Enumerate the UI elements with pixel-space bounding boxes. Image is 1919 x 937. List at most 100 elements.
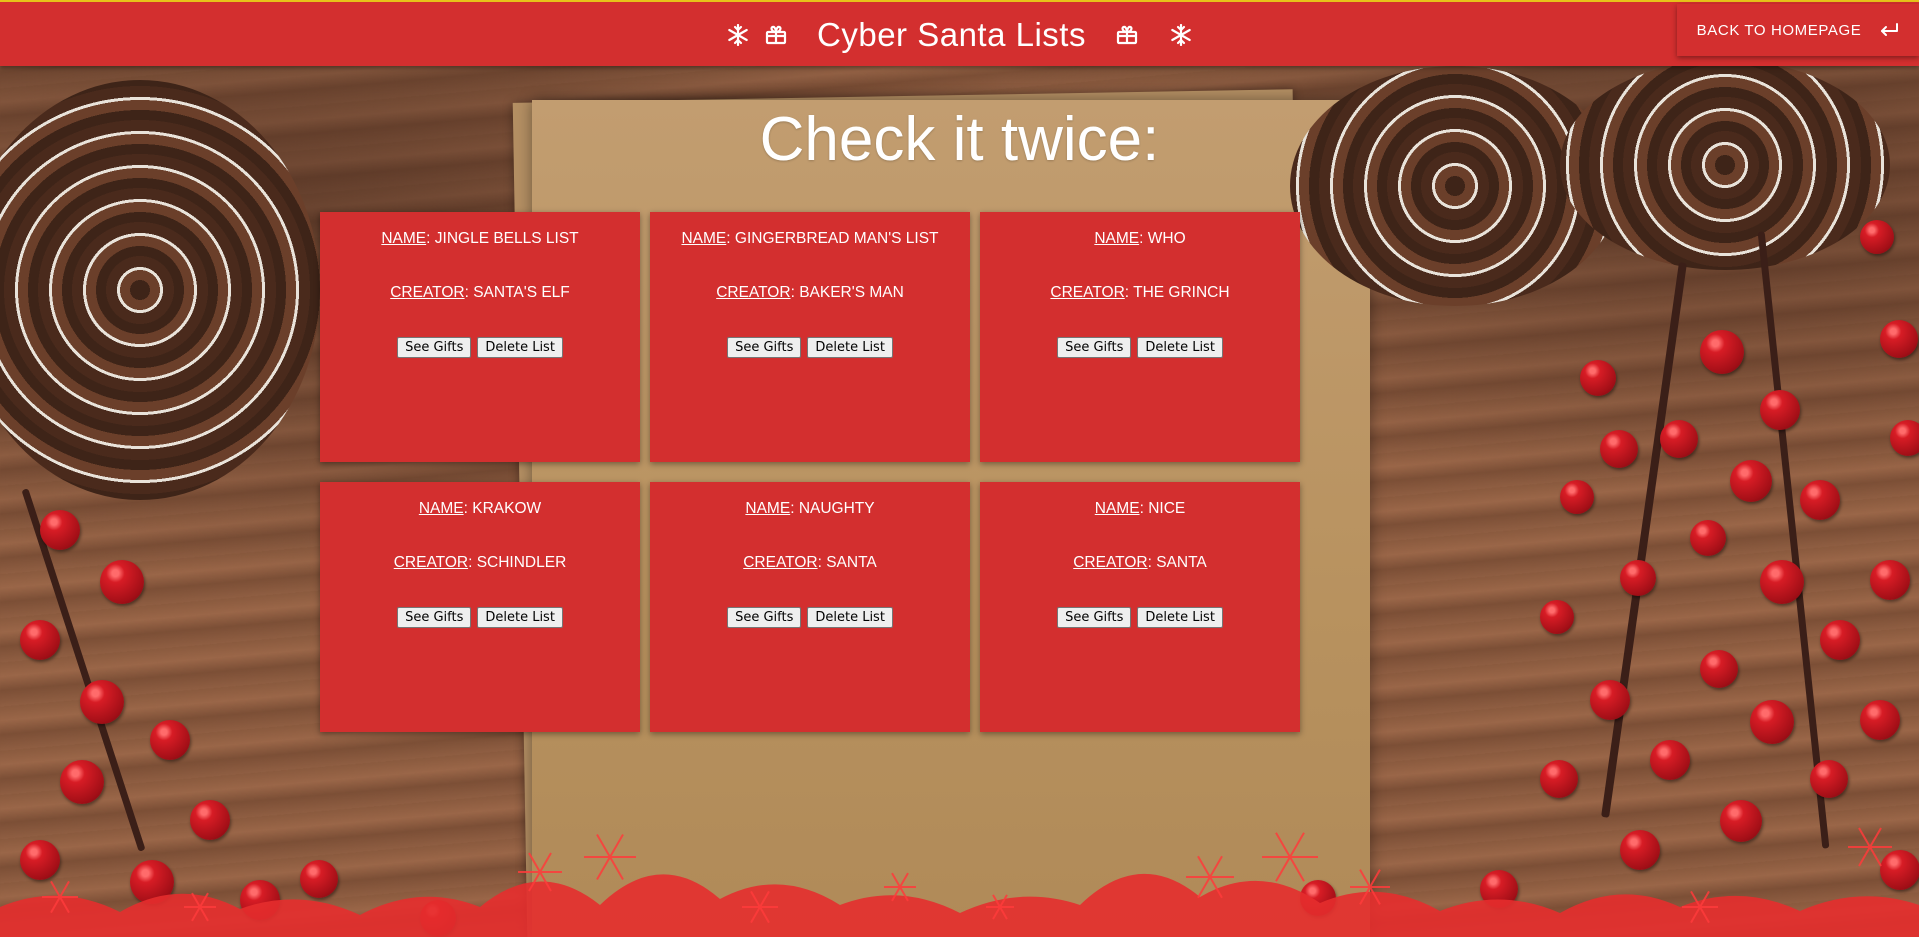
- berry-decoration: [1650, 740, 1690, 780]
- berry-decoration: [1890, 420, 1919, 456]
- name-label: NAME: [1094, 500, 1140, 517]
- creator-label: CREATOR: [393, 554, 469, 571]
- berry-decoration: [1600, 430, 1638, 468]
- berry-decoration: [1760, 560, 1804, 604]
- list-card: NAME: WHO CREATOR: THE GRINCH See Gifts …: [980, 212, 1300, 462]
- berry-decoration: [1540, 760, 1578, 798]
- list-creator-row: CREATOR: SANTA'S ELF: [390, 284, 570, 301]
- list-name: NAUGHTY: [798, 500, 875, 517]
- list-name: WHO: [1147, 230, 1186, 247]
- berry-decoration: [1700, 650, 1738, 688]
- see-gifts-button[interactable]: See Gifts: [397, 607, 472, 628]
- card-actions: See Gifts Delete List: [397, 607, 563, 628]
- berry-decoration: [1870, 560, 1910, 600]
- delete-list-button[interactable]: Delete List: [477, 607, 563, 628]
- see-gifts-button[interactable]: See Gifts: [727, 337, 802, 358]
- berry-decoration: [1730, 460, 1772, 502]
- app-header: Cyber Santa Lists BACK TO HOMEPAGE: [0, 0, 1919, 66]
- name-label: NAME: [1094, 230, 1140, 247]
- name-label: NAME: [381, 230, 427, 247]
- page-heading: Check it twice:: [759, 105, 1160, 174]
- berry-decoration: [1690, 520, 1726, 556]
- delete-list-button[interactable]: Delete List: [477, 337, 563, 358]
- berry-decoration: [240, 880, 280, 920]
- list-card: NAME: KRAKOW CREATOR: SCHINDLER See Gift…: [320, 482, 640, 732]
- list-creator-row: CREATOR: SANTA: [743, 554, 877, 571]
- berry-decoration: [1810, 760, 1848, 798]
- see-gifts-button[interactable]: See Gifts: [397, 337, 472, 358]
- see-gifts-button[interactable]: See Gifts: [1057, 337, 1132, 358]
- app-title: Cyber Santa Lists: [817, 16, 1086, 53]
- header-title-group: Cyber Santa Lists: [0, 2, 1919, 68]
- berry-decoration: [130, 860, 174, 904]
- list-name: JINGLE BELLS LIST: [434, 230, 579, 247]
- card-actions: See Gifts Delete List: [1057, 337, 1223, 358]
- list-name-row: NAME: WHO: [1094, 230, 1186, 247]
- berry-decoration: [1540, 600, 1574, 634]
- list-card: NAME: GINGERBREAD MAN'S LIST CREATOR: BA…: [650, 212, 970, 462]
- berry-decoration: [1820, 620, 1860, 660]
- back-to-homepage-label: BACK TO HOMEPAGE: [1696, 21, 1862, 39]
- see-gifts-button[interactable]: See Gifts: [1057, 607, 1132, 628]
- berry-decoration: [1800, 480, 1840, 520]
- snowflake-icon: [725, 22, 751, 48]
- berry-decoration: [1560, 480, 1594, 514]
- list-card: NAME: NICE CREATOR: SANTA See Gifts Dele…: [980, 482, 1300, 732]
- gift-icon: [763, 22, 789, 48]
- delete-list-button[interactable]: Delete List: [1137, 337, 1223, 358]
- berry-decoration: [1300, 880, 1336, 916]
- berry-decoration: [1860, 220, 1894, 254]
- berry-decoration: [40, 510, 80, 550]
- list-creator-row: CREATOR: SANTA: [1073, 554, 1207, 571]
- berry-decoration: [100, 560, 144, 604]
- see-gifts-button[interactable]: See Gifts: [727, 607, 802, 628]
- berry-decoration: [1760, 390, 1800, 430]
- berry-decoration: [1880, 850, 1919, 890]
- berry-decoration: [20, 840, 60, 880]
- back-to-homepage-button[interactable]: BACK TO HOMEPAGE: [1677, 4, 1919, 56]
- lists-grid: NAME: JINGLE BELLS LIST CREATOR: SANTA'S…: [320, 212, 1300, 732]
- gift-icon: [1114, 22, 1140, 48]
- list-name: GINGERBREAD MAN'S LIST: [734, 230, 939, 247]
- delete-list-button[interactable]: Delete List: [807, 337, 893, 358]
- berry-decoration: [190, 800, 230, 840]
- berry-decoration: [300, 860, 338, 898]
- list-creator-row: CREATOR: THE GRINCH: [1050, 284, 1230, 301]
- berry-decoration: [1720, 800, 1762, 842]
- list-name-row: NAME: JINGLE BELLS LIST: [381, 230, 579, 247]
- berry-decoration: [1700, 330, 1744, 374]
- berry-decoration: [1620, 560, 1656, 596]
- list-creator: BAKER'S MAN: [799, 284, 904, 301]
- berry-decoration: [1860, 700, 1900, 740]
- name-label: NAME: [681, 230, 727, 247]
- creator-label: CREATOR: [390, 284, 465, 301]
- list-name-row: NAME: GINGERBREAD MAN'S LIST: [681, 230, 939, 247]
- berry-decoration: [1660, 420, 1698, 458]
- list-card: NAME: NAUGHTY CREATOR: SANTA See Gifts D…: [650, 482, 970, 732]
- list-creator: SCHINDLER: [476, 554, 567, 571]
- list-creator: THE GRINCH: [1133, 284, 1230, 301]
- list-name: NICE: [1148, 500, 1186, 517]
- delete-list-button[interactable]: Delete List: [807, 607, 893, 628]
- list-name-row: NAME: NICE: [1094, 500, 1186, 517]
- berry-decoration: [1750, 700, 1794, 744]
- berry-decoration: [150, 720, 190, 760]
- berry-decoration: [20, 620, 60, 660]
- berry-decoration: [1580, 360, 1616, 396]
- berry-decoration: [1880, 320, 1918, 358]
- berry-decoration: [420, 900, 456, 936]
- delete-list-button[interactable]: Delete List: [1137, 607, 1223, 628]
- list-name: KRAKOW: [472, 500, 542, 517]
- list-creator: SANTA: [826, 554, 877, 571]
- name-label: NAME: [418, 500, 464, 517]
- list-creator-row: CREATOR: SCHINDLER: [393, 554, 567, 571]
- name-label: NAME: [745, 500, 791, 517]
- list-creator: SANTA: [1156, 554, 1207, 571]
- list-card: NAME: JINGLE BELLS LIST CREATOR: SANTA'S…: [320, 212, 640, 462]
- list-creator: SANTA'S ELF: [473, 284, 570, 301]
- snowflake-icon: [1168, 22, 1194, 48]
- creator-label: CREATOR: [1050, 284, 1125, 301]
- card-actions: See Gifts Delete List: [727, 337, 893, 358]
- return-arrow-icon: [1879, 23, 1899, 37]
- berry-decoration: [80, 680, 124, 724]
